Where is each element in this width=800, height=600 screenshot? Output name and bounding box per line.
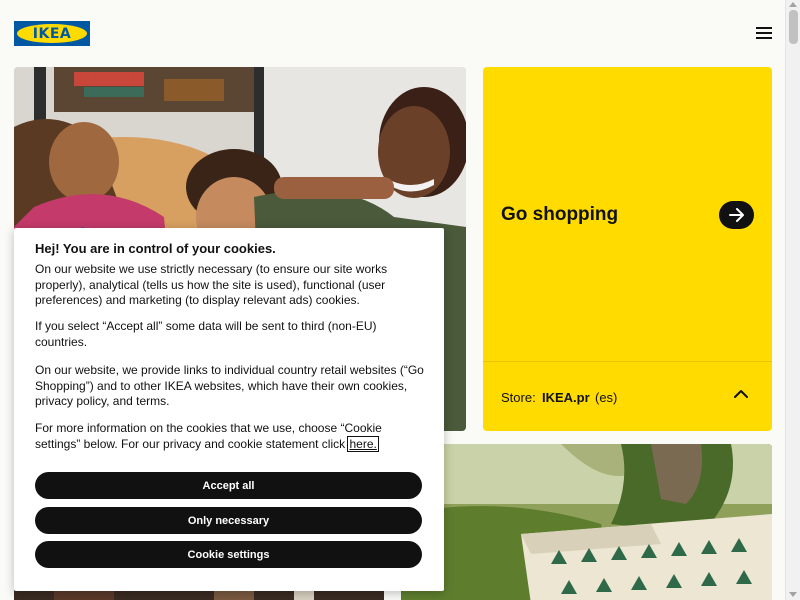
accept-all-button[interactable]: Accept all	[35, 472, 422, 499]
privacy-statement-link[interactable]: here.	[347, 435, 379, 452]
store-language: (es)	[595, 390, 618, 405]
scroll-up-icon[interactable]	[789, 2, 797, 7]
go-shopping-title: Go shopping	[501, 204, 619, 225]
forest-textile-image[interactable]	[401, 444, 772, 600]
menu-line	[756, 32, 772, 34]
menu-line	[756, 27, 772, 29]
arrow-right-icon[interactable]	[719, 201, 754, 229]
go-shopping-card: Go shopping Store: IKEA.pr (es)	[483, 67, 772, 431]
store-name: IKEA.pr	[542, 390, 590, 405]
chevron-up-icon[interactable]	[734, 389, 748, 399]
cookie-paragraph-country-sites: On our website, we provide links to indi…	[35, 363, 424, 408]
scrollbar-thumb[interactable]	[789, 10, 798, 44]
forest-photo	[401, 444, 772, 600]
logo-oval: IKEA	[17, 24, 87, 43]
scroll-down-icon[interactable]	[789, 592, 797, 597]
cookie-paragraph-third-party: If you select “Accept all” some data wil…	[35, 319, 377, 349]
cookie-settings-button[interactable]: Cookie settings	[35, 541, 422, 568]
menu-line	[756, 37, 772, 39]
store-selector[interactable]: Store: IKEA.pr (es)	[483, 362, 772, 431]
hamburger-menu-icon[interactable]	[756, 27, 772, 39]
more-info-text: For more information on the cookies that…	[35, 421, 382, 451]
cookie-dialog-title: Hej! You are in control of your cookies.	[35, 241, 276, 256]
logo-text: IKEA	[32, 25, 72, 42]
cookie-paragraph-more-info: For more information on the cookies that…	[35, 421, 425, 452]
arrow-right-icon-svg	[728, 208, 744, 222]
cookie-consent-dialog: Hej! You are in control of your cookies.…	[14, 228, 444, 591]
ikea-logo[interactable]: IKEA	[14, 21, 90, 46]
cookie-paragraph-usage: On our website we use strictly necessary…	[35, 262, 388, 307]
store-prefix-label: Store:	[501, 390, 536, 405]
go-shopping-link[interactable]: Go shopping	[483, 67, 772, 361]
page-scrollbar[interactable]	[785, 0, 800, 600]
only-necessary-button[interactable]: Only necessary	[35, 507, 422, 534]
